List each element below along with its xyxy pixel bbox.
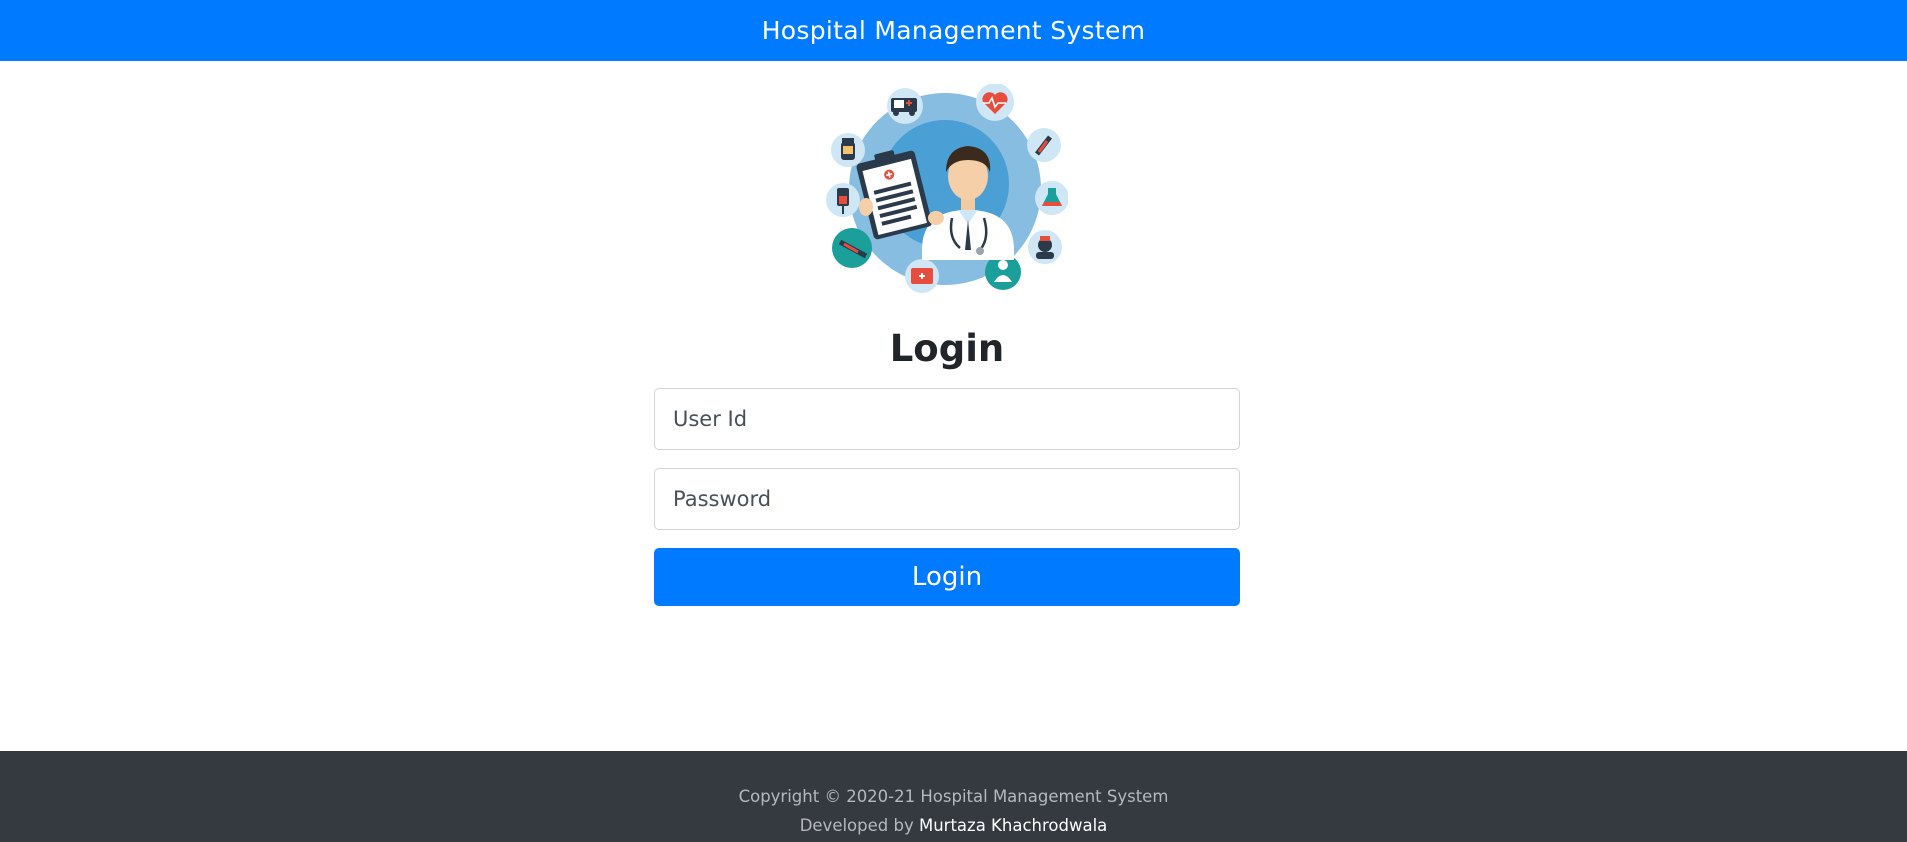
doctor-illustration-icon <box>822 84 1068 294</box>
navbar-brand[interactable]: Hospital Management System <box>762 16 1146 45</box>
password-input[interactable] <box>654 468 1240 530</box>
developer-link[interactable]: Murtaza Khachrodwala <box>919 816 1107 835</box>
login-heading: Login <box>889 327 1005 370</box>
user-id-input[interactable] <box>654 388 1240 450</box>
developed-by-label: Developed by <box>799 816 919 835</box>
footer: Copyright © 2020-21 Hospital Management … <box>0 751 1907 842</box>
copyright-text: Copyright © 2020-21 Hospital Management … <box>738 787 1169 806</box>
developer-credit: Developed by Murtaza Khachrodwala <box>0 816 1907 835</box>
login-button[interactable]: Login <box>654 548 1240 606</box>
navbar: Hospital Management System <box>0 0 1907 61</box>
